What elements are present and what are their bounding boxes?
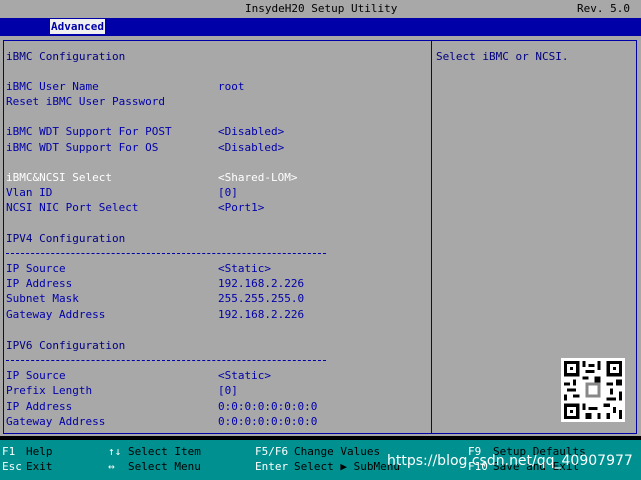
tab-advanced[interactable]: Advanced <box>50 19 105 34</box>
left-right-arrow-icon: ↔ <box>108 460 115 473</box>
ipv4-gateway-value[interactable]: 192.168.2.226 <box>218 308 304 322</box>
ipv6-ip-source-value[interactable]: <Static> <box>218 369 271 383</box>
ipv6-ip-source-label[interactable]: IP Source <box>6 369 66 383</box>
key-lr-desc: Select Menu <box>128 460 201 473</box>
item-label-reset-password[interactable]: Reset iBMC User Password <box>6 95 165 109</box>
ipv6-ip-address-label[interactable]: IP Address <box>6 400 72 414</box>
item-value-ncsi-port[interactable]: <Port1> <box>218 201 264 215</box>
item-label-vlan-id[interactable]: Vlan ID <box>6 186 52 200</box>
ipv4-ip-address-label[interactable]: IP Address <box>6 277 72 291</box>
key-f1-desc: Help <box>26 445 53 458</box>
help-text: Select iBMC or NCSI. <box>436 50 569 63</box>
title-bar: InsydeH20 Setup Utility Rev. 5.0 <box>0 0 641 18</box>
item-value-wdt-post[interactable]: <Disabled> <box>218 125 284 139</box>
ipv6-prefix-length-label[interactable]: Prefix Length <box>6 384 92 398</box>
key-enter-desc: Select ▶ SubMenu <box>294 460 400 473</box>
key-f5f6: F5/F6 <box>255 445 289 458</box>
ipv6-gateway-value[interactable]: 0:0:0:0:0:0:0:0 <box>218 415 317 429</box>
key-f5f6-desc: Change Values <box>294 445 381 458</box>
ipv6-section-title: IPV6 Configuration <box>6 339 126 352</box>
ipv6-gateway-label[interactable]: Gateway Address <box>6 415 105 429</box>
key-esc-desc: Exit <box>26 460 53 473</box>
app-title: InsydeH20 Setup Utility <box>245 2 398 15</box>
key-updown-desc: Select Item <box>128 445 201 458</box>
item-label-ibmc-ncsi-select[interactable]: iBMC&NCSI Select <box>6 171 112 185</box>
item-value-ibmc-ncsi-select[interactable]: <Shared-LOM> <box>218 171 297 185</box>
ipv4-subnet-mask-label[interactable]: Subnet Mask <box>6 292 79 306</box>
key-esc: Esc <box>2 460 22 473</box>
item-value-vlan-id[interactable]: [0] <box>218 186 238 200</box>
ipv4-gateway-label[interactable]: Gateway Address <box>6 308 105 322</box>
qr-code-icon <box>561 358 625 422</box>
key-enter: Enter <box>255 460 289 473</box>
revision: Rev. 5.0 <box>577 2 630 15</box>
ipv4-ip-address-value[interactable]: 192.168.2.226 <box>218 277 304 291</box>
ipv4-section-title: IPV4 Configuration <box>6 232 126 245</box>
ipv6-divider <box>6 360 326 361</box>
item-label-wdt-post[interactable]: iBMC WDT Support For POST <box>6 125 172 139</box>
item-label-ibmc-user-name[interactable]: iBMC User Name <box>6 80 99 94</box>
item-value-wdt-os[interactable]: <Disabled> <box>218 141 284 155</box>
ipv4-divider <box>6 253 326 254</box>
key-f1: F1 <box>2 445 16 458</box>
ipv4-ip-source-label[interactable]: IP Source <box>6 262 66 276</box>
watermark-text: https://blog.csdn.net/qq_40907977 <box>387 453 633 469</box>
item-label-wdt-os[interactable]: iBMC WDT Support For OS <box>6 141 158 155</box>
up-down-arrow-icon: ↑↓ <box>108 445 122 458</box>
ipv6-prefix-length-value[interactable]: [0] <box>218 384 238 398</box>
item-value-ibmc-user-name[interactable]: root <box>218 80 245 94</box>
section-title: iBMC Configuration <box>6 50 126 63</box>
panel-divider <box>431 40 432 434</box>
ipv4-ip-source-value[interactable]: <Static> <box>218 262 271 276</box>
ipv4-subnet-mask-value[interactable]: 255.255.255.0 <box>218 292 304 306</box>
ipv6-ip-address-value[interactable]: 0:0:0:0:0:0:0:0 <box>218 400 317 414</box>
item-label-ncsi-port[interactable]: NCSI NIC Port Select <box>6 201 138 215</box>
